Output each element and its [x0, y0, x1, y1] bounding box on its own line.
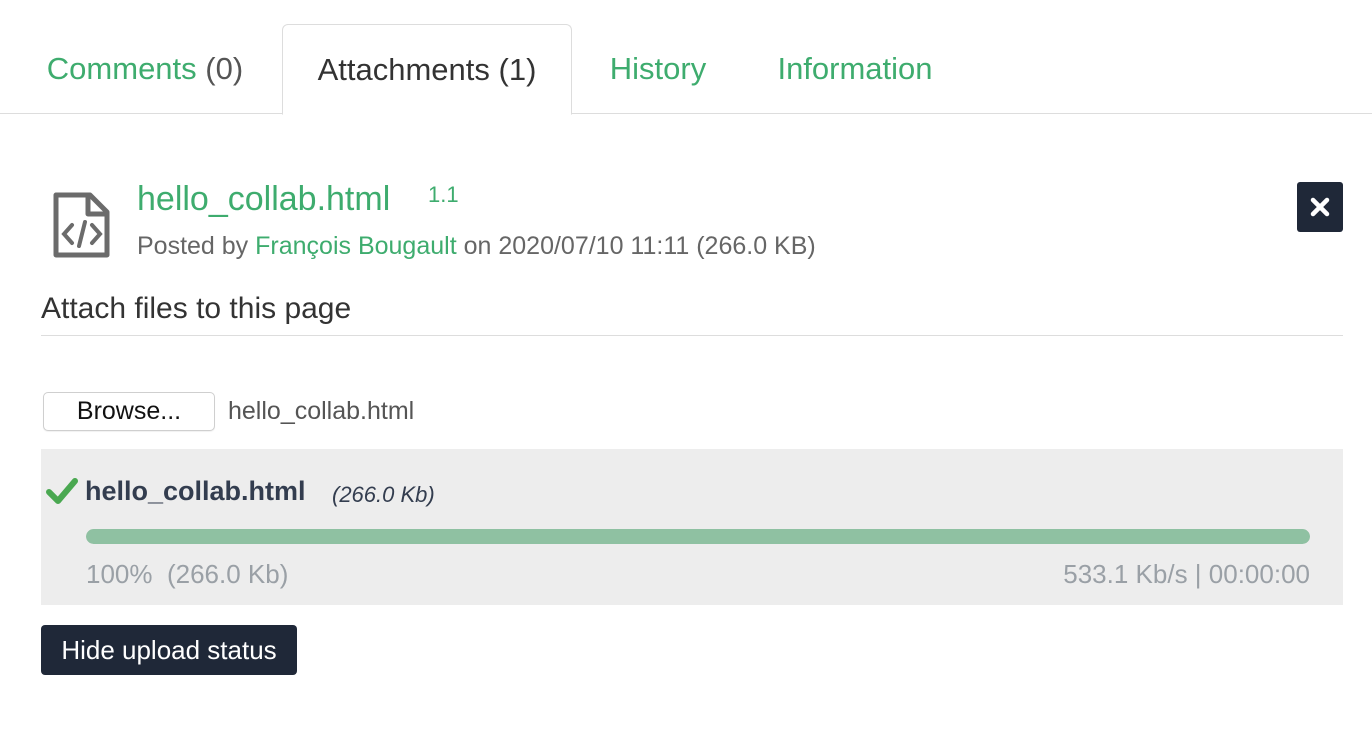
- hide-upload-status-button[interactable]: Hide upload status: [41, 625, 297, 675]
- browse-button[interactable]: Browse...: [43, 392, 215, 431]
- tab-count: (1): [498, 51, 537, 87]
- upload-status-panel: hello_collab.html (266.0 Kb) 100% (266.0…: [41, 449, 1343, 605]
- file-code-icon: [52, 192, 110, 258]
- upload-file-size: (266.0 Kb): [332, 482, 435, 507]
- chosen-file-name: hello_collab.html: [228, 397, 415, 425]
- tab-count: (0): [205, 51, 244, 86]
- tab-attachments[interactable]: Attachments (1): [282, 24, 572, 115]
- upload-file-name: hello_collab.html: [85, 476, 306, 506]
- progress-fill: [86, 529, 1310, 544]
- tab-history[interactable]: History: [588, 24, 728, 114]
- divider: [41, 335, 1343, 336]
- percent-text: 100%: [86, 559, 153, 589]
- posted-by-label: Posted by: [137, 232, 249, 260]
- attachment-name-link[interactable]: hello_collab.html: [137, 180, 390, 219]
- close-icon: [1310, 197, 1330, 217]
- transferred-text: (266.0 Kb): [166, 559, 289, 589]
- tab-label: History: [609, 51, 707, 86]
- delete-attachment-button[interactable]: [1297, 182, 1343, 232]
- tab-comments[interactable]: Comments (0): [20, 24, 270, 114]
- posted-date-size: on 2020/07/10 11:11 (266.0 KB): [463, 232, 816, 260]
- section-title: Attach files to this page: [41, 292, 352, 325]
- attachment-version-link[interactable]: 1.1: [428, 182, 459, 208]
- tab-label: Attachments: [317, 51, 490, 87]
- upload-rate: 533.1 Kb/s | 00:00:00: [1063, 559, 1310, 589]
- checkmark-icon: [46, 478, 78, 504]
- tab-bar: Comments (0) Attachments (1) History Inf…: [0, 0, 1372, 115]
- upload-percent: 100% (266.0 Kb): [86, 559, 288, 590]
- author-link[interactable]: François Bougault: [255, 232, 457, 260]
- progress-bar: [86, 529, 1310, 544]
- tab-label: Comments: [46, 51, 197, 86]
- tab-label: Information: [777, 51, 933, 86]
- tab-information[interactable]: Information: [752, 24, 958, 114]
- attachment-meta: Posted by François Bougault on 2020/07/1…: [137, 232, 816, 261]
